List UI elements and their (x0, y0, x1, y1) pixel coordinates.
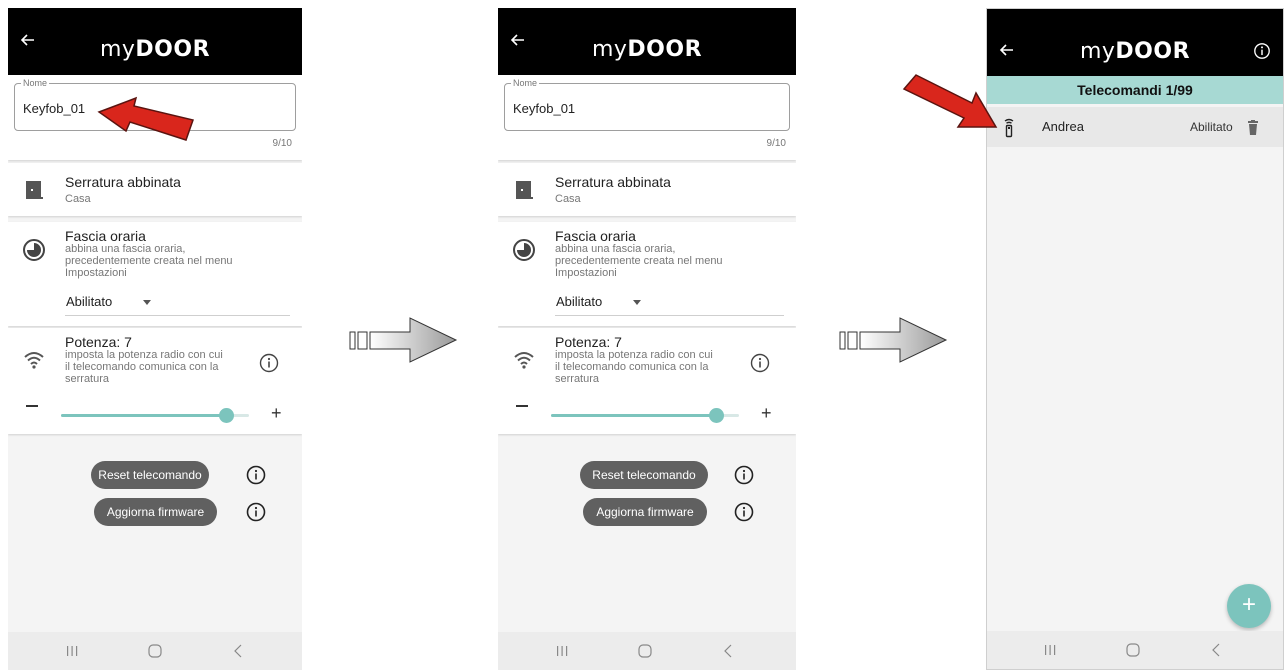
door-icon (26, 181, 43, 199)
paired-lock-value: Casa (65, 193, 91, 205)
power-desc-line3: serratura (65, 373, 110, 385)
paired-lock-card[interactable]: Serratura abbinata Casa (498, 163, 796, 216)
name-field-label: Nome (511, 77, 540, 89)
trash-icon[interactable] (1247, 120, 1259, 135)
schedule-desc-line2: precedentemente creata nel menu (555, 255, 723, 267)
red-pointer-arrow-icon (902, 74, 998, 128)
name-card: Nome Keyfob_01 9/10 (498, 75, 796, 160)
clock-icon (23, 239, 45, 261)
update-firmware-button[interactable]: Aggiorna firmware (583, 498, 707, 526)
power-slider-thumb[interactable] (708, 408, 724, 423)
app-logo: myDOOR (1079, 39, 1191, 64)
home-icon[interactable] (1124, 641, 1142, 659)
reset-keyfob-button[interactable]: Reset telecomando (91, 461, 209, 489)
add-keyfob-button[interactable]: + (1227, 584, 1271, 628)
info-icon[interactable] (1253, 42, 1271, 60)
app-logo: myDOOR (591, 37, 703, 62)
home-icon[interactable] (636, 642, 654, 660)
paired-lock-title: Serratura abbinata (65, 174, 181, 190)
character-counter: 9/10 (272, 138, 292, 149)
info-icon[interactable] (259, 353, 279, 373)
schedule-card: Fascia oraria abbina una fascia oraria, … (498, 222, 796, 326)
red-pointer-arrow-icon (97, 96, 194, 141)
name-field-label: Nome (21, 77, 50, 89)
schedule-selected-value: Abilitato (66, 294, 113, 309)
schedule-desc-line2: precedentemente creata nel menu (65, 255, 233, 267)
wifi-icon (514, 352, 534, 369)
power-slider[interactable] (61, 408, 249, 423)
power-card: Potenza: 7 imposta la potenza radio con … (498, 328, 796, 434)
phone-screen-edit-keyfob-2: myDOOR Nome Keyfob_01 9/10 Serratura abb… (498, 8, 796, 670)
info-icon[interactable] (734, 502, 754, 522)
recent-apps-icon[interactable] (553, 642, 571, 660)
app-bar: myDOOR (987, 9, 1283, 76)
power-desc-line1: imposta la potenza radio con cui (555, 349, 713, 361)
name-field-value[interactable]: Keyfob_01 (23, 101, 85, 116)
phone-screen-keyfob-list: myDOOR Telecomandi 1/99 Andrea Abilitato… (986, 8, 1284, 670)
schedule-select[interactable]: Abilitato (65, 294, 290, 316)
flow-arrow-icon (839, 317, 948, 363)
schedule-desc-line3: Impostazioni (65, 267, 127, 279)
schedule-card: Fascia oraria abbina una fascia oraria, … (8, 222, 302, 326)
info-icon[interactable] (750, 353, 770, 373)
remote-icon (1004, 118, 1014, 138)
chevron-down-icon (633, 300, 641, 305)
schedule-desc-line1: abbina una fascia oraria, (65, 243, 186, 255)
paired-lock-card[interactable]: Serratura abbinata Casa (8, 163, 302, 216)
clock-icon (513, 239, 535, 261)
power-desc-line1: imposta la potenza radio con cui (65, 349, 223, 361)
decrease-power-button[interactable] (516, 405, 528, 407)
increase-power-button[interactable]: + (271, 404, 282, 422)
system-nav-bar (987, 631, 1283, 669)
system-nav-bar (498, 632, 796, 670)
update-firmware-button[interactable]: Aggiorna firmware (94, 498, 217, 526)
chevron-down-icon (143, 300, 151, 305)
power-title: Potenza: 7 (555, 334, 622, 350)
decrease-power-button[interactable] (26, 405, 38, 407)
list-item[interactable]: Andrea Abilitato (987, 107, 1283, 147)
keyfob-name: Andrea (1042, 119, 1084, 134)
system-nav-bar (8, 632, 302, 670)
name-field[interactable]: Nome Keyfob_01 (504, 77, 790, 131)
keyfob-list-header: Telecomandi 1/99 (987, 76, 1283, 104)
info-icon[interactable] (246, 465, 266, 485)
schedule-desc-line1: abbina una fascia oraria, (555, 243, 676, 255)
back-nav-icon[interactable] (720, 642, 738, 660)
schedule-selected-value: Abilitato (556, 294, 603, 309)
character-counter: 9/10 (766, 138, 786, 149)
paired-lock-title: Serratura abbinata (555, 174, 671, 190)
power-desc-line2: il telecomando comunica con la (555, 361, 709, 373)
increase-power-button[interactable]: + (761, 404, 772, 422)
reset-keyfob-button[interactable]: Reset telecomando (580, 461, 708, 489)
power-slider[interactable] (551, 408, 739, 423)
app-bar: myDOOR (8, 8, 302, 75)
app-bar: myDOOR (498, 8, 796, 75)
door-icon (516, 181, 533, 199)
wifi-icon (24, 352, 44, 369)
schedule-title: Fascia oraria (65, 228, 146, 244)
back-nav-icon[interactable] (1208, 641, 1226, 659)
flow-arrow-icon (349, 317, 458, 363)
power-desc-line2: il telecomando comunica con la (65, 361, 219, 373)
back-nav-icon[interactable] (230, 642, 248, 660)
recent-apps-icon[interactable] (1041, 641, 1059, 659)
power-title: Potenza: 7 (65, 334, 132, 350)
power-slider-fill (61, 414, 226, 417)
name-field-value[interactable]: Keyfob_01 (513, 101, 575, 116)
schedule-desc-line3: Impostazioni (555, 267, 617, 279)
recent-apps-icon[interactable] (63, 642, 81, 660)
schedule-title: Fascia oraria (555, 228, 636, 244)
home-icon[interactable] (146, 642, 164, 660)
info-icon[interactable] (734, 465, 754, 485)
power-desc-line3: serratura (555, 373, 600, 385)
keyfob-status: Abilitato (1190, 120, 1233, 134)
power-card: Potenza: 7 imposta la potenza radio con … (8, 328, 302, 434)
schedule-select[interactable]: Abilitato (555, 294, 784, 316)
app-logo: myDOOR (99, 37, 211, 62)
info-icon[interactable] (246, 502, 266, 522)
paired-lock-value: Casa (555, 193, 581, 205)
power-slider-thumb[interactable] (218, 408, 234, 423)
power-slider-fill (551, 414, 716, 417)
